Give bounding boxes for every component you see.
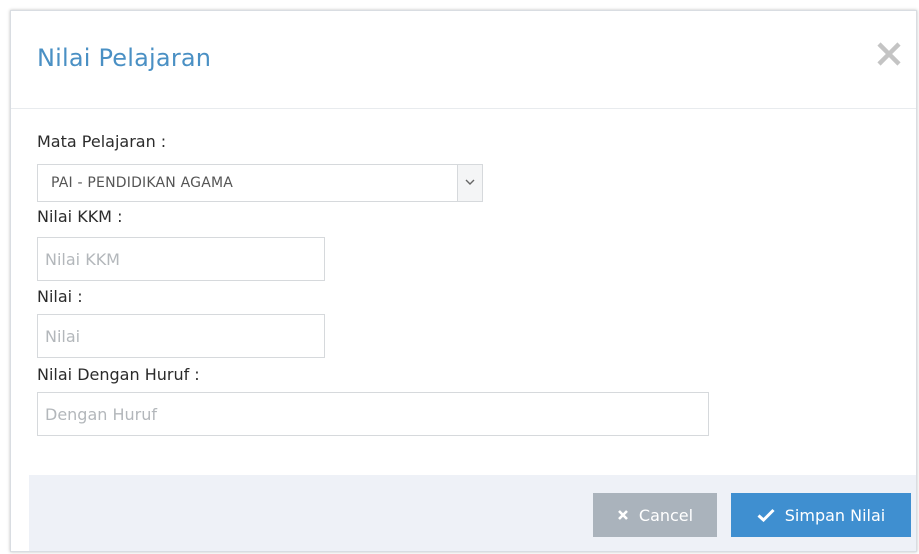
- close-icon: [877, 42, 901, 66]
- times-icon: [617, 509, 629, 521]
- modal-header: Nilai Pelajaran: [11, 11, 916, 109]
- modal-title: Nilai Pelajaran: [37, 44, 212, 72]
- kkm-label: Nilai KKM :: [37, 207, 123, 226]
- score-words-label: Nilai Dengan Huruf :: [37, 365, 200, 384]
- subject-selected-value: PAI - PENDIDIKAN AGAMA: [51, 175, 234, 191]
- close-button[interactable]: [874, 39, 904, 69]
- score-input[interactable]: [37, 314, 325, 358]
- score-label: Nilai :: [37, 287, 83, 306]
- modal-footer: Cancel Simpan Nilai: [29, 475, 916, 551]
- cancel-button[interactable]: Cancel: [593, 493, 717, 537]
- kkm-input[interactable]: [37, 237, 325, 281]
- select-caret[interactable]: [457, 165, 482, 201]
- chevron-down-icon: [465, 179, 475, 185]
- cancel-label: Cancel: [638, 505, 694, 525]
- score-words-input[interactable]: [37, 392, 709, 436]
- save-button[interactable]: Simpan Nilai: [731, 493, 911, 537]
- nilai-pelajaran-dialog: Nilai Pelajaran Mata Pelajaran : PAI - P…: [10, 10, 917, 552]
- save-label: Simpan Nilai: [784, 505, 886, 525]
- subject-select[interactable]: PAI - PENDIDIKAN AGAMA: [37, 164, 483, 202]
- check-icon: [757, 508, 775, 523]
- subject-label: Mata Pelajaran :: [37, 132, 167, 151]
